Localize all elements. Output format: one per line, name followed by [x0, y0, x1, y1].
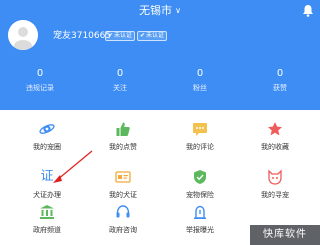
watermark: 快库软件 — [250, 225, 320, 245]
pet-face-icon — [268, 169, 282, 185]
profile-header: 无锡市 ∨ 宠友3710665 ✔未认证 ✔未认证 0 违规记录 0 关注 0 粉… — [0, 0, 320, 110]
city-selector[interactable]: 无锡市 ∨ — [0, 4, 320, 18]
menu-find-my-pet[interactable]: 我的寻宠 — [235, 169, 315, 200]
stat-violations[interactable]: 0 违规记录 — [0, 68, 80, 93]
pet-circle-icon — [39, 124, 55, 134]
stat-label: 获赞 — [273, 84, 287, 92]
menu-my-favorites[interactable]: 我的收藏 — [235, 121, 315, 152]
menu-gov-channel[interactable]: 政府频道 — [7, 204, 87, 235]
check-icon: ✔ — [140, 32, 146, 39]
verify-badge-2[interactable]: ✔未认证 — [137, 31, 168, 41]
username: 宠友3710665 — [53, 31, 112, 41]
menu-my-comments[interactable]: 我的评论 — [160, 121, 240, 152]
menu-my-likes[interactable]: 我的点赞 — [83, 121, 163, 152]
check-icon: ✔ — [108, 32, 114, 39]
shield-icon — [194, 170, 206, 184]
menu-pet-insurance[interactable]: 宠物保险 — [160, 169, 240, 200]
menu-my-pet-circle[interactable]: 我的宠圈 — [7, 121, 87, 152]
stat-label: 违规记录 — [26, 84, 54, 92]
bell-icon[interactable] — [302, 4, 314, 17]
thumbs-up-icon — [116, 122, 130, 136]
verify-badge-1[interactable]: ✔未认证 — [105, 31, 136, 41]
menu-report-expose[interactable]: 举报曝光 — [160, 204, 240, 235]
government-building-icon — [40, 205, 54, 219]
license-glyph-icon: 证 — [40, 169, 54, 184]
menu-my-dog-license[interactable]: 我的犬证 — [83, 169, 163, 200]
stat-value: 0 — [276, 68, 284, 79]
star-icon — [268, 122, 282, 136]
headset-icon — [116, 205, 130, 218]
report-icon — [194, 205, 206, 219]
comment-icon — [193, 123, 207, 136]
stat-fans[interactable]: 0 粉丝 — [160, 68, 240, 93]
stat-label: 关注 — [113, 84, 127, 92]
id-card-icon — [115, 171, 131, 183]
avatar-icon — [8, 20, 38, 50]
chevron-down-icon: ∨ — [175, 6, 181, 15]
stat-following[interactable]: 0 关注 — [80, 68, 160, 93]
stat-value: 0 — [196, 68, 204, 79]
stats-row: 0 违规记录 0 关注 0 粉丝 0 获赞 — [0, 68, 320, 93]
grid-row-1: 我的宠圈 我的点赞 我的评论 我的收藏 — [0, 121, 320, 161]
avatar[interactable] — [8, 20, 38, 50]
stat-label: 粉丝 — [193, 84, 207, 92]
city-name: 无锡市 — [139, 4, 173, 17]
menu-gov-consult[interactable]: 政府咨询 — [83, 204, 163, 235]
stat-value: 0 — [36, 68, 44, 79]
stat-likes[interactable]: 0 获赞 — [240, 68, 320, 93]
grid-row-2: 证 犬证办理 我的犬证 宠物保险 我的寻宠 — [0, 169, 320, 209]
stat-value: 0 — [116, 68, 124, 79]
menu-dog-license-apply[interactable]: 证 犬证办理 — [7, 169, 87, 200]
